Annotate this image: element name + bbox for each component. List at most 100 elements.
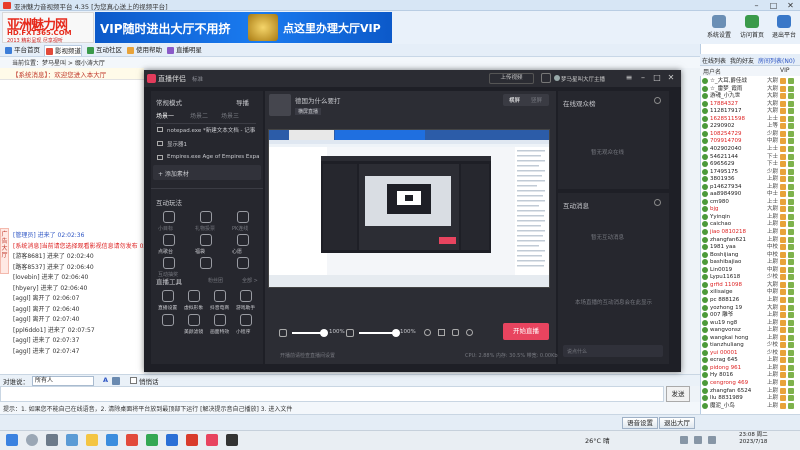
interact-item-icon[interactable] [163, 257, 175, 269]
tools-all-link[interactable]: 全部 > [242, 277, 258, 284]
interact-item-icon[interactable] [163, 211, 175, 223]
screen-icon[interactable] [541, 73, 551, 83]
landscape-option[interactable]: 横屏 [509, 96, 520, 104]
edge-icon[interactable] [66, 434, 78, 446]
tab-stars[interactable]: 直播明星 [166, 45, 202, 56]
add-source-button[interactable]: + 添加素材 [153, 165, 261, 180]
interact-item-icon[interactable] [200, 234, 212, 246]
interact-item-icon[interactable] [237, 257, 249, 269]
system-settings-button[interactable]: 系统设置 [702, 14, 736, 43]
tool-item-icon[interactable] [214, 290, 226, 302]
record-icon[interactable] [424, 329, 431, 336]
visit-home-button[interactable]: 访问首页 [735, 14, 769, 43]
folder-icon[interactable] [86, 434, 98, 446]
tool-item-icon[interactable] [240, 290, 252, 302]
voice-settings-button[interactable]: 语音设置 [622, 417, 658, 429]
network-icon[interactable] [680, 436, 688, 444]
interact-item-icon[interactable] [237, 234, 249, 246]
app-blue-icon[interactable] [166, 434, 178, 446]
tab-online-list[interactable]: 在线列表 [702, 56, 726, 65]
menu-icon[interactable]: ≡ [624, 73, 634, 83]
start-live-button[interactable]: 开始直播 [503, 323, 549, 340]
interact-item-icon[interactable] [200, 211, 212, 223]
side-ad-tab[interactable]: 广告大厅 [0, 228, 9, 274]
stream-tag[interactable]: 横屏直播 [295, 108, 322, 115]
tab-community[interactable]: 互动社区 [86, 45, 122, 56]
scene-mode[interactable]: 常规模式 [156, 97, 182, 107]
vip-icon [780, 312, 786, 319]
tool-item-icon[interactable] [214, 314, 226, 326]
upload-video-button[interactable]: 上传视频 [489, 73, 534, 84]
logo-url: HD.FXT365.COM [7, 29, 72, 37]
tab-room-list[interactable]: 房间列表(N0) [758, 56, 795, 65]
emoji-icon[interactable] [112, 377, 120, 385]
language-icon[interactable] [708, 436, 716, 444]
chat-message-input[interactable] [0, 386, 664, 402]
director-toggle[interactable]: 导播 [236, 97, 249, 107]
font-style-button[interactable]: A [103, 376, 108, 384]
user-row[interactable]: 魔泥_小鸟 上尉 [700, 402, 800, 410]
tool-item-icon[interactable] [188, 290, 200, 302]
refresh-icon[interactable] [654, 97, 661, 104]
private-checkbox[interactable] [130, 377, 137, 384]
minimize-button[interactable]: – [748, 0, 765, 11]
source-item-2[interactable]: 显示器1 [167, 140, 187, 148]
search-icon[interactable] [26, 434, 38, 446]
task-view-icon[interactable] [46, 434, 58, 446]
scene-tab-2[interactable]: 场景二 [190, 111, 208, 120]
tab-my-friends[interactable]: 我的好友 [730, 56, 754, 65]
scene-tab-1[interactable]: 场景一 [156, 111, 174, 120]
tool-item-icon[interactable] [162, 314, 174, 326]
volume-icon[interactable] [694, 436, 702, 444]
stream-cover[interactable] [269, 94, 291, 116]
obs-maximize-button[interactable]: □ [652, 73, 662, 83]
stream-title[interactable]: 德国为什么要打 [295, 95, 341, 105]
app-red-icon[interactable] [126, 434, 138, 446]
refresh-icon[interactable] [654, 199, 661, 206]
tab-movies[interactable]: 影视频道 [44, 45, 82, 56]
tab-help[interactable]: 使用帮助 [126, 45, 162, 56]
app-dark-icon[interactable] [226, 434, 238, 446]
portrait-option[interactable]: 竖屏 [531, 96, 542, 104]
live-companion-taskbar-icon[interactable] [206, 434, 218, 446]
settings-icon[interactable] [466, 329, 473, 336]
tab-home[interactable]: 平台首页 [4, 45, 40, 56]
exit-hall-button[interactable]: 退出大厅 [659, 417, 695, 429]
user-avatar-icon [702, 191, 708, 198]
clock[interactable]: 23:08 周二 2023/7/18 [739, 432, 768, 446]
platform-taskbar-icon[interactable] [186, 434, 198, 446]
interact-item-icon[interactable] [163, 234, 175, 246]
tool-item-icon[interactable] [162, 290, 174, 302]
interaction-input[interactable]: 说点什么 [563, 345, 663, 357]
tool-item-icon[interactable] [240, 314, 252, 326]
camera-icon[interactable] [452, 329, 459, 336]
mic-volume-slider[interactable] [292, 329, 328, 337]
obs-close-button[interactable]: ✕ [666, 73, 676, 83]
obs-minimize-button[interactable]: – [638, 73, 648, 83]
microphone-icon[interactable] [279, 329, 287, 337]
weather-temperature[interactable]: 26°C 晴 [585, 435, 610, 445]
store-icon[interactable] [106, 434, 118, 446]
site-logo[interactable]: 亚洲魅力网 HD.FXT365.COM 2013 精彩呈现 尽享视听 [2, 12, 94, 44]
source-item-3[interactable]: Empires.exe Age of Empires Expan... [167, 154, 259, 160]
chat-target-select[interactable]: 所有人 [32, 376, 94, 386]
tools-hint[interactable]: 粉丝团 [208, 277, 223, 284]
vip-ad-banner[interactable]: VIP随时进出大厅不用挤 点这里办理大厅VIP [95, 12, 392, 43]
stream-preview[interactable] [268, 129, 550, 288]
screenshot-icon[interactable] [438, 329, 445, 336]
maximize-button[interactable]: □ [765, 0, 782, 11]
scene-tab-3[interactable]: 场景三 [221, 111, 239, 120]
avatar[interactable] [554, 75, 560, 81]
close-button[interactable]: ✕ [782, 0, 799, 11]
interact-item-icon[interactable] [200, 257, 212, 269]
tool-item-icon[interactable] [188, 314, 200, 326]
system-volume-slider[interactable] [359, 329, 400, 337]
app-green-icon[interactable] [146, 434, 158, 446]
interact-item-icon[interactable] [237, 211, 249, 223]
send-button[interactable]: 发送 [666, 386, 690, 402]
exit-platform-button[interactable]: 退出平台 [767, 14, 800, 43]
windows-start-icon[interactable] [6, 434, 18, 446]
anchor-username[interactable]: 梦马星叫大厅主播 [561, 75, 605, 83]
speaker-icon[interactable] [346, 329, 354, 337]
source-item-1[interactable]: notepad.exe *新建文本文档 - 记事本 [167, 126, 255, 134]
